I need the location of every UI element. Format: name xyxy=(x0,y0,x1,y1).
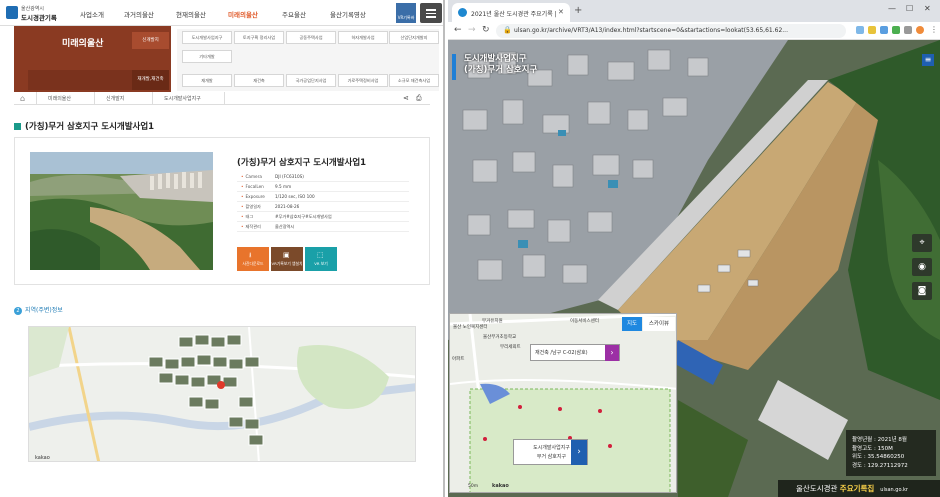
submenu-pill[interactable]: 가로주택정비사업 xyxy=(338,74,388,87)
submenu-pill[interactable]: 산업단지개발지 xyxy=(389,31,439,44)
aerial-photo[interactable] xyxy=(30,152,213,270)
install-app-button[interactable]: ▣ VR기록보기 앱설치 xyxy=(271,247,303,271)
submenu-pill[interactable]: 기타개발 xyxy=(182,50,232,63)
menu-icon[interactable] xyxy=(420,3,442,23)
compass-icon[interactable]: ◉ xyxy=(912,258,932,276)
print-icon[interactable]: ⎙ xyxy=(416,94,422,103)
favicon-icon xyxy=(458,8,467,17)
browser-tab[interactable]: 2021년 울산 도시경관 주요기록 | ... ✕ xyxy=(452,3,570,22)
browser-window: 2021년 울산 도시경관 주요기록 | ... ✕ + — ☐ ✕ ← → ↻… xyxy=(448,0,940,497)
submenu-grid: 도시개발사업지구 토지구획 정리사업 공동주택사업 하자개발사업 산업단지개발지… xyxy=(177,29,439,91)
url-field[interactable]: 🔒 ulsan.go.kr/archive/VRT3/A13/index.htm… xyxy=(496,24,846,38)
page-title: (가칭)무거 삼호지구 도시개발사업1 xyxy=(14,120,154,132)
reload-icon[interactable]: ↻ xyxy=(482,25,490,35)
area-map[interactable]: kakao xyxy=(28,326,416,462)
maximize-icon[interactable]: ☐ xyxy=(906,4,913,13)
breadcrumb: ⌂ 미래의울산 신개발지 도시개발사업지구 ⋖ ⎙ xyxy=(14,92,430,105)
meta-row: 제작관리울산광역시 xyxy=(237,222,409,232)
submenu-pill[interactable]: 공동주택사업 xyxy=(286,31,336,44)
kakao-logo: kakao xyxy=(492,483,509,489)
minimap[interactable]: 지도 스카이뷰 재건축 /남구 C-02(삼호) › 도시개발사업지구 무거 삼호지… xyxy=(449,313,677,493)
photo-info-panel: 촬영년월 : 2021년 8월 촬영고도 : 150M 위도 : 35.5486… xyxy=(846,430,936,476)
submenu-pill[interactable]: 하자개발사업 xyxy=(338,31,388,44)
extension-icon[interactable] xyxy=(868,26,876,34)
chevron-right-icon: › xyxy=(571,440,587,465)
chevron-right-icon: › xyxy=(605,345,619,361)
submenu-redev[interactable]: 재개발,재건축 xyxy=(132,70,169,90)
submenu-new-dev[interactable]: 신개발지 xyxy=(132,32,169,49)
map-tab[interactable]: 지도 xyxy=(622,317,642,331)
location-icon[interactable]: ⌖ xyxy=(912,234,932,252)
skyview-tab[interactable]: 스카이뷰 xyxy=(643,317,675,331)
home-icon[interactable]: ⌂ xyxy=(20,94,29,103)
tab-bar: 2021년 울산 도시경관 주요기록 | ... ✕ + — ☐ ✕ xyxy=(448,0,940,22)
svg-text:kakao: kakao xyxy=(35,455,50,461)
app-icon: ▣ xyxy=(283,251,290,259)
submenu-pill[interactable]: 재개발 xyxy=(182,74,232,87)
nav-item-active[interactable]: 미래의울산 xyxy=(228,9,258,19)
breadcrumb-item[interactable]: 도시개발사업지구 xyxy=(164,95,201,102)
breadcrumb-item[interactable]: 신개발지 xyxy=(106,95,124,102)
section-heading-area: 2 지역(주변)정보 xyxy=(14,305,63,315)
submenu-pill[interactable]: 토지구획 정리사업 xyxy=(234,31,284,44)
location-callout[interactable]: 도시개발사업지구 무거 삼호지구 › xyxy=(513,439,588,465)
camera-icon[interactable]: ◙ xyxy=(912,282,932,300)
nav-item[interactable]: 사업소개 xyxy=(80,9,104,19)
download-photo-button[interactable]: ⭳ 사진다운로드 xyxy=(237,247,269,271)
marker-popup[interactable]: 재건축 /남구 C-02(삼호) › xyxy=(530,344,620,361)
profile-avatar[interactable] xyxy=(916,26,924,34)
logo-line1: 울산광역시 xyxy=(21,6,45,12)
detail-title: (가칭)무거 삼호지구 도시개발사업1 xyxy=(237,158,367,168)
new-tab-icon[interactable]: + xyxy=(574,5,582,16)
logo-line2: 도시경관기록 xyxy=(21,14,57,22)
submenu-pill[interactable]: 도시개발사업지구 xyxy=(182,31,232,44)
forward-icon[interactable]: → xyxy=(468,25,476,35)
logo-mark xyxy=(6,6,18,19)
meta-row: 태그#무거#삼호지구#도시개발사업 xyxy=(237,212,409,222)
tab-title: 2021년 울산 도시경관 주요기록 | ... xyxy=(471,11,557,18)
top-nav: 울산광역시 도시경관기록 사업소개 과거의울산 현재의울산 미래의울산 주요울산… xyxy=(0,0,443,50)
vr-record-button[interactable]: VR기록바로 xyxy=(396,3,416,50)
map-scale: 50m xyxy=(468,484,479,489)
list-icon[interactable]: ≡ xyxy=(922,54,934,66)
download-icon: ⭳ xyxy=(249,251,252,259)
back-icon[interactable]: ← xyxy=(454,25,462,35)
address-bar: ← → ↻ 🔒 ulsan.go.kr/archive/VRT3/A13/ind… xyxy=(448,22,940,40)
detail-card: (가칭)무거 삼호지구 도시개발사업1 CameraDJI (FC6310S) … xyxy=(14,137,430,285)
site-logo[interactable]: 울산광역시 도시경관기록 xyxy=(6,5,58,22)
lock-icon: 🔒 xyxy=(503,26,512,34)
extension-icon[interactable] xyxy=(856,26,864,34)
meta-row: 촬영일자2021-08-26 xyxy=(237,202,409,212)
submenu-pill[interactable]: 소규모 재건축사업 xyxy=(389,74,439,87)
close-window-icon[interactable]: ✕ xyxy=(924,4,931,13)
nav-item[interactable]: 과거의울산 xyxy=(124,9,154,19)
archive-page: 울산광역시 도시경관기록 사업소개 과거의울산 현재의울산 미래의울산 주요울산… xyxy=(0,0,445,497)
more-icon[interactable]: ⋮ xyxy=(930,25,938,34)
submenu-pill[interactable]: 재건축 xyxy=(234,74,284,87)
breadcrumb-item[interactable]: 미래의울산 xyxy=(48,95,71,102)
share-icon[interactable]: ⋖ xyxy=(403,94,409,102)
extension-icon[interactable] xyxy=(892,26,900,34)
banner-title: 미래의울산 xyxy=(62,39,104,49)
extension-icon[interactable] xyxy=(904,26,912,34)
extension-icon[interactable] xyxy=(880,26,888,34)
vr-icon: ⬚ xyxy=(317,251,324,259)
meta-row: FocalLen9.5 mm xyxy=(237,182,409,192)
section-banner: 미래의울산 신개발지 재개발,재건축 xyxy=(14,26,171,92)
submenu-pill[interactable]: 국가공업단지사업 xyxy=(286,74,336,87)
vr-viewer[interactable]: 도시개발사업지구 (가칭)무거 삼호지구 ≡ ⌖ ◉ ◙ 지도 스카이뷰 재건축… xyxy=(448,40,940,497)
nav-item[interactable]: 주요울산 xyxy=(282,9,306,19)
footer-brand: 울산도시경관 주요기록집 ulsan.go.kr xyxy=(778,480,940,497)
nav-item[interactable]: 현재의울산 xyxy=(176,9,206,19)
vr-scene-title: 도시개발사업지구 (가칭)무거 삼호지구 xyxy=(452,54,537,80)
close-tab-icon[interactable]: ✕ xyxy=(558,8,564,16)
minimize-icon[interactable]: — xyxy=(888,4,896,13)
meta-row: Exposure1/120 sec, ISO 100 xyxy=(237,192,409,202)
nav-item[interactable]: 울산기록영상 xyxy=(330,9,366,19)
meta-row: CameraDJI (FC6310S) xyxy=(237,172,409,182)
vr-view-button[interactable]: ⬚ VR 보기 xyxy=(305,247,337,271)
